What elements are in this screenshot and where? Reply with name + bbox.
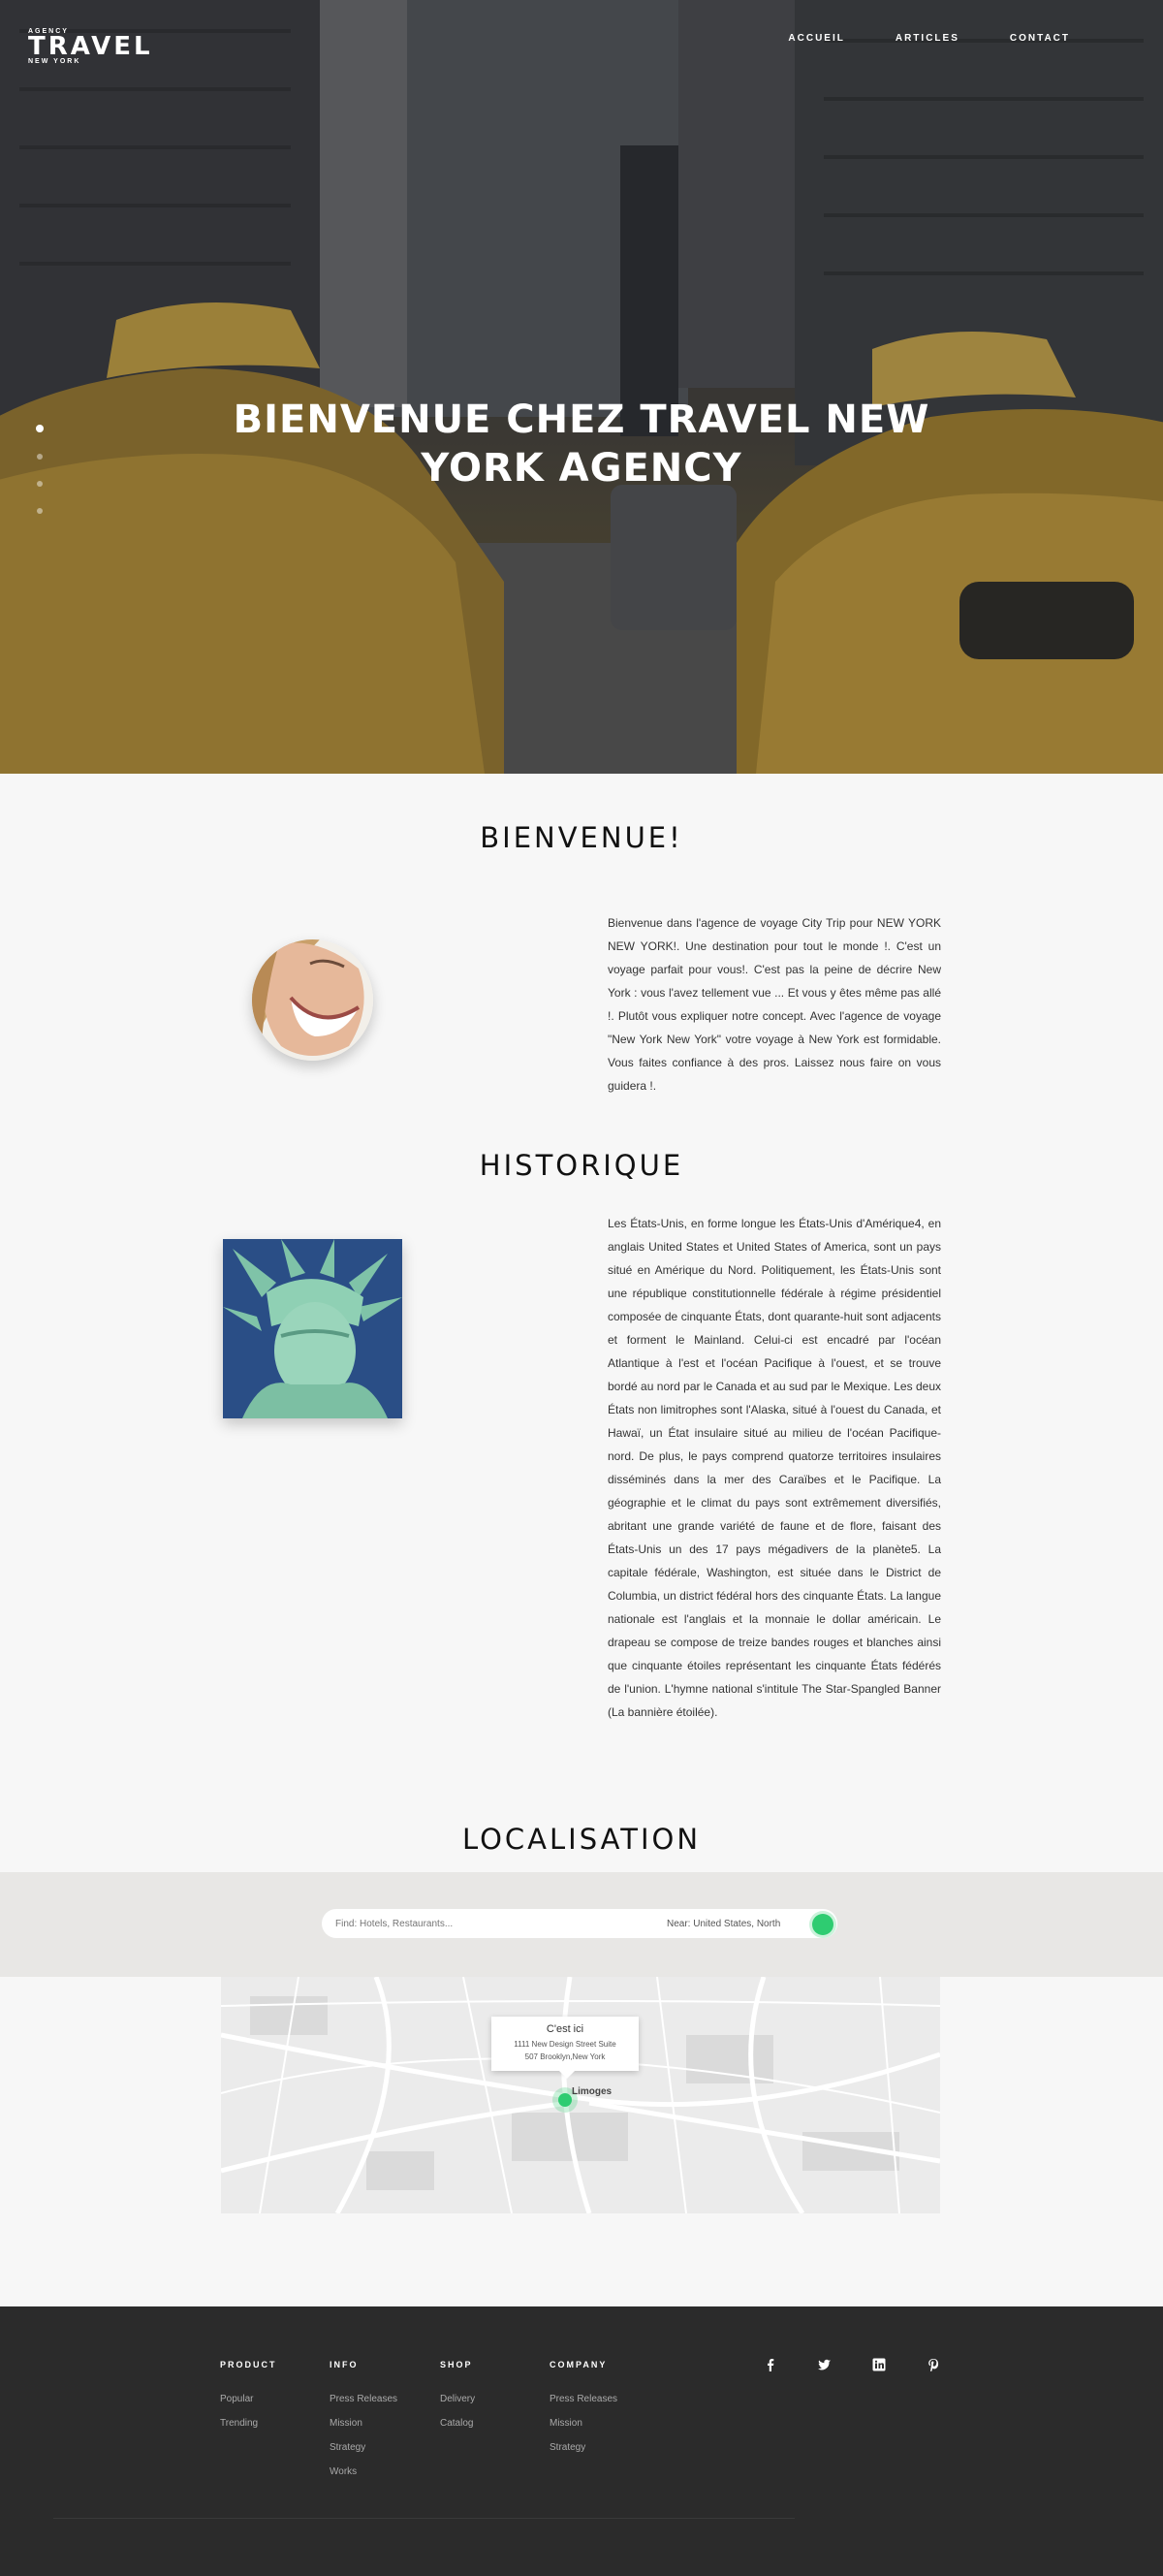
slider-dot-3[interactable] bbox=[37, 481, 43, 487]
footer-column-product: PRODUCT Popular Trending bbox=[220, 2360, 277, 2435]
pinterest-icon[interactable] bbox=[927, 2358, 940, 2372]
footer-link[interactable]: Delivery bbox=[440, 2387, 475, 2411]
footer-link[interactable]: Popular bbox=[220, 2387, 277, 2411]
slider-dots bbox=[36, 425, 44, 535]
footer-link[interactable]: Trending bbox=[220, 2411, 277, 2435]
social-links bbox=[764, 2358, 981, 2372]
map-info-popup: C'est ici 1111 New Design Street Suite 5… bbox=[491, 2017, 639, 2079]
footer-column-shop: SHOP Delivery Catalog bbox=[440, 2360, 475, 2435]
near-value: Near: United States, North bbox=[667, 1918, 781, 1929]
nav-articles[interactable]: ARTICLES bbox=[896, 33, 959, 44]
statue-of-liberty-image bbox=[223, 1239, 402, 1418]
footer-column-info: INFO Press Releases Mission Strategy Wor… bbox=[330, 2360, 397, 2484]
footer-column-company: COMPANY Press Releases Mission Strategy bbox=[550, 2360, 617, 2460]
footer-link[interactable]: Press Releases bbox=[550, 2387, 617, 2411]
search-button[interactable] bbox=[812, 1914, 833, 1935]
slider-dot-1[interactable] bbox=[36, 425, 44, 432]
near-field[interactable]: Near: United States, North bbox=[653, 1909, 837, 1938]
map-pin-icon[interactable] bbox=[558, 2093, 572, 2107]
nav-accueil[interactable]: ACCUEIL bbox=[788, 33, 844, 44]
footer-link[interactable]: Press Releases bbox=[330, 2387, 397, 2411]
hero-title: BIENVENUE CHEZ TRAVEL NEW YORK AGENCY bbox=[233, 398, 930, 491]
footer-column-title: PRODUCT bbox=[220, 2360, 277, 2369]
slider-dot-2[interactable] bbox=[37, 454, 43, 460]
footer-divider bbox=[53, 2518, 795, 2519]
popup-address-line2: 507 Brooklyn,New York bbox=[524, 2052, 606, 2061]
map-search-bar: Near: United States, North bbox=[0, 1872, 1163, 1977]
hero-section: AGENCY TRAVEL NEW YORK ACCUEIL ARTICLES … bbox=[0, 0, 1163, 774]
footer-link[interactable]: Mission bbox=[550, 2411, 617, 2435]
find-input[interactable] bbox=[322, 1909, 653, 1938]
twitter-icon[interactable] bbox=[818, 2358, 832, 2371]
footer-link[interactable]: Catalog bbox=[440, 2411, 475, 2435]
footer-link[interactable]: Strategy bbox=[330, 2435, 397, 2460]
facebook-icon[interactable] bbox=[764, 2358, 777, 2371]
smiling-woman-avatar bbox=[252, 939, 373, 1061]
main-nav: ACCUEIL ARTICLES CONTACT bbox=[738, 33, 1070, 44]
popup-title: C'est ici bbox=[546, 2023, 584, 2035]
slider-dot-4[interactable] bbox=[37, 508, 43, 514]
linkedin-icon[interactable] bbox=[872, 2358, 886, 2371]
footer-column-title: SHOP bbox=[440, 2360, 473, 2369]
nav-contact[interactable]: CONTACT bbox=[1010, 33, 1070, 44]
historique-text: Les États-Unis, en forme longue les État… bbox=[608, 1217, 941, 1719]
bienvenue-text: Bienvenue dans l'agence de voyage City T… bbox=[608, 916, 941, 1093]
popup-address-line1: 1111 New Design Street Suite bbox=[514, 2040, 616, 2049]
footer-link[interactable]: Works bbox=[330, 2460, 397, 2484]
logo-main-text: TRAVEL bbox=[28, 32, 153, 61]
map-city-label: Limoges bbox=[572, 2086, 613, 2097]
historique-title: HISTORIQUE bbox=[479, 1149, 684, 1182]
agency-logo[interactable]: AGENCY TRAVEL NEW YORK bbox=[28, 28, 153, 65]
footer-column-title: INFO bbox=[330, 2360, 359, 2369]
bienvenue-title: BIENVENUE! bbox=[480, 821, 683, 854]
footer-link[interactable]: Mission bbox=[330, 2411, 397, 2435]
localisation-title: LOCALISATION bbox=[461, 1823, 702, 1856]
footer-column-title: COMPANY bbox=[550, 2360, 608, 2369]
site-footer: PRODUCT Popular Trending INFO Press Rele… bbox=[0, 2306, 1163, 2576]
footer-link[interactable]: Strategy bbox=[550, 2435, 617, 2460]
